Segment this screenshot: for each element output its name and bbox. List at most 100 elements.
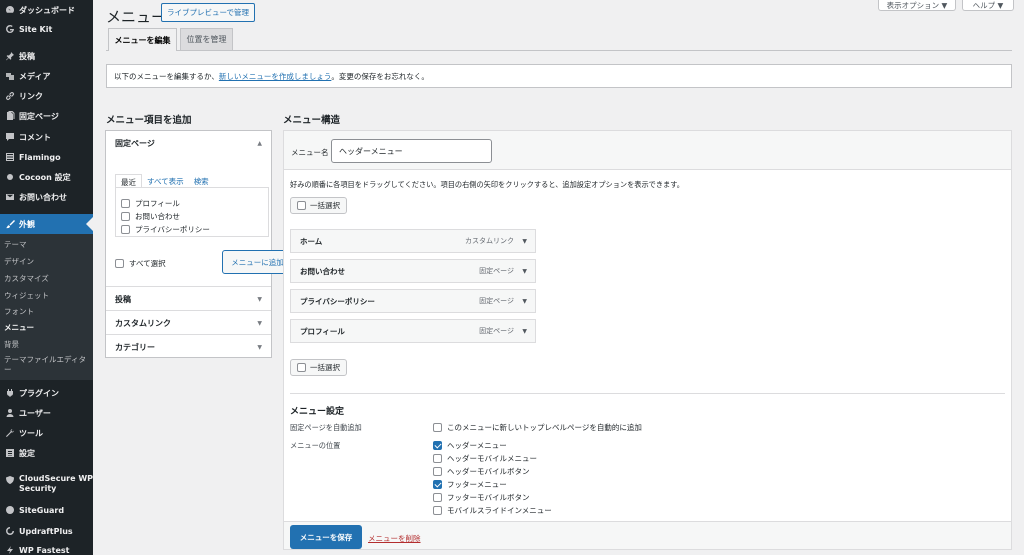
- sidebar-item-media[interactable]: メディア: [0, 69, 93, 83]
- menu-item-home[interactable]: ホーム カスタムリンク ▼: [290, 229, 536, 253]
- sidebar-item-site-kit[interactable]: Site Kit: [0, 22, 93, 36]
- sidebar-item-dashboard[interactable]: ダッシュボード: [0, 3, 93, 17]
- expand-arrow-icon: ▼: [257, 296, 262, 303]
- plugin-icon: [5, 388, 15, 398]
- mail-icon: [5, 192, 15, 202]
- sidebar-item-plugins[interactable]: プラグイン: [0, 386, 93, 400]
- location-header-mobile-button[interactable]: ヘッダーモバイルボタン: [433, 466, 530, 477]
- submenu-theme-file-editor[interactable]: テーマファイルエディター: [4, 355, 89, 375]
- sidebar-item-updraftplus[interactable]: UpdraftPlus: [0, 524, 93, 538]
- fastest-icon: [5, 545, 15, 555]
- sidebar-item-links[interactable]: リンク: [0, 89, 93, 103]
- menu-structure-title: メニュー構造: [283, 115, 341, 126]
- info-notice: 以下のメニューを編集するか、 新しいメニューを作成しましょう 。変更の保存をお忘…: [106, 64, 1012, 88]
- menu-item-privacy[interactable]: プライバシーポリシー 固定ページ ▼: [290, 289, 536, 313]
- expand-arrow-icon[interactable]: ▼: [522, 328, 527, 335]
- submenu-themes[interactable]: テーマ: [4, 240, 89, 250]
- expand-arrow-icon[interactable]: ▼: [522, 268, 527, 275]
- help-button[interactable]: ヘルプ ▼: [962, 0, 1014, 11]
- add-menu-items-title: メニュー項目を追加: [106, 115, 192, 126]
- page-icon: [5, 111, 15, 121]
- checkbox[interactable]: [121, 225, 130, 234]
- checkbox[interactable]: [121, 199, 130, 208]
- checkbox[interactable]: [433, 506, 442, 515]
- submenu-customize[interactable]: カスタマイズ: [4, 274, 89, 284]
- location-footer-menu[interactable]: フッターメニュー: [433, 479, 507, 490]
- menu-item-contact[interactable]: お問い合わせ 固定ページ ▼: [290, 259, 536, 283]
- checkbox[interactable]: [433, 441, 442, 450]
- siteguard-icon: [5, 505, 15, 515]
- link-icon: [5, 91, 15, 101]
- auto-add-pages-option[interactable]: このメニューに新しいトップレベルページを自動的に追加: [433, 422, 642, 433]
- submenu-widgets[interactable]: ウィジェット: [4, 291, 89, 301]
- list-item[interactable]: プライバシーポリシー: [121, 224, 210, 235]
- custom-links-section-header[interactable]: カスタムリンク ▼: [106, 310, 271, 335]
- sidebar-item-appearance[interactable]: 外観: [0, 214, 93, 234]
- create-new-menu-link[interactable]: 新しいメニューを作成しましょう: [219, 71, 332, 82]
- menu-settings-title: メニュー設定: [290, 407, 345, 417]
- sidebar-item-users[interactable]: ユーザー: [0, 406, 93, 420]
- collapse-arrow-icon: ▲: [257, 140, 262, 147]
- checkbox[interactable]: [433, 480, 442, 489]
- delete-menu-link[interactable]: メニューを削除: [368, 533, 421, 544]
- checkbox: [297, 363, 306, 372]
- submenu-design[interactable]: デザイン: [4, 257, 89, 267]
- list-item[interactable]: お問い合わせ: [121, 211, 180, 222]
- expand-arrow-icon: ▼: [257, 344, 262, 351]
- save-menu-button[interactable]: メニューを保存: [290, 525, 362, 549]
- posts-section-header[interactable]: 投稿 ▼: [106, 286, 271, 311]
- notice-text-before: 以下のメニューを編集するか、: [114, 71, 219, 81]
- settings-icon: [5, 448, 15, 458]
- location-header-menu[interactable]: ヘッダーメニュー: [433, 440, 507, 451]
- shield-icon: [5, 475, 15, 485]
- expand-arrow-icon[interactable]: ▼: [522, 298, 527, 305]
- menu-item-profile[interactable]: プロフィール 固定ページ ▼: [290, 319, 536, 343]
- list-icon: [5, 152, 15, 162]
- list-item[interactable]: プロフィール: [121, 198, 180, 209]
- sidebar-item-settings[interactable]: 設定: [0, 446, 93, 460]
- comment-icon: [5, 132, 15, 142]
- sidebar-item-tools[interactable]: ツール: [0, 426, 93, 440]
- menu-location-label: メニューの位置: [290, 441, 341, 450]
- submenu-background[interactable]: 背景: [4, 340, 89, 350]
- tab-edit-menus[interactable]: メニューを編集: [108, 28, 177, 51]
- tab-manage-locations[interactable]: 位置を管理: [180, 28, 233, 50]
- submenu-menus[interactable]: メニュー: [4, 323, 89, 333]
- menu-name-bar: メニュー名 ヘッダーメニュー: [284, 131, 1011, 170]
- sidebar-item-posts[interactable]: 投稿: [0, 49, 93, 63]
- checkbox[interactable]: [433, 467, 442, 476]
- bulk-select-button-bottom[interactable]: 一括選択: [290, 359, 347, 376]
- checkbox[interactable]: [433, 454, 442, 463]
- sidebar-item-comments[interactable]: コメント: [0, 130, 93, 144]
- user-icon: [5, 408, 15, 418]
- sidebar-item-flamingo[interactable]: Flamingo: [0, 150, 93, 164]
- checkbox[interactable]: [115, 259, 124, 268]
- pages-section-header[interactable]: 固定ページ ▲: [106, 131, 271, 156]
- menu-name-input[interactable]: ヘッダーメニュー: [331, 139, 492, 163]
- google-g-icon: [5, 24, 15, 34]
- menu-name-label: メニュー名: [291, 148, 329, 157]
- expand-arrow-icon[interactable]: ▼: [522, 238, 527, 245]
- page-title: メニュー: [106, 8, 167, 26]
- sidebar-item-cloudsecure[interactable]: CloudSecure WP Security: [0, 474, 93, 498]
- appearance-submenu: テーマ デザイン カスタマイズ ウィジェット フォント メニュー 背景 テーマフ…: [0, 234, 93, 380]
- location-header-mobile-menu[interactable]: ヘッダーモバイルメニュー: [433, 453, 537, 464]
- location-mobile-slide-in-menu[interactable]: モバイルスライドインメニュー: [433, 505, 552, 516]
- checkbox[interactable]: [433, 493, 442, 502]
- dashboard-icon: [5, 5, 15, 15]
- pushpin-icon: [5, 51, 15, 61]
- live-preview-button[interactable]: ライブプレビューで管理: [161, 3, 255, 22]
- sidebar-item-wp-fastest[interactable]: WP Fastest: [0, 543, 93, 555]
- location-footer-mobile-button[interactable]: フッターモバイルボタン: [433, 492, 530, 503]
- sidebar-item-contact[interactable]: お問い合わせ: [0, 190, 93, 204]
- bulk-select-button[interactable]: 一括選択: [290, 197, 347, 214]
- checkbox[interactable]: [433, 423, 442, 432]
- sidebar-item-pages[interactable]: 固定ページ: [0, 109, 93, 123]
- checkbox[interactable]: [121, 212, 130, 221]
- categories-section-header[interactable]: カテゴリー ▼: [106, 334, 271, 359]
- screen-options-button[interactable]: 表示オプション ▼: [878, 0, 956, 11]
- sidebar-item-cocoon[interactable]: Cocoon 設定: [0, 170, 93, 184]
- select-all-pages[interactable]: すべて選択: [115, 258, 166, 269]
- sidebar-item-siteguard[interactable]: SiteGuard: [0, 503, 93, 517]
- submenu-fonts[interactable]: フォント: [4, 307, 89, 317]
